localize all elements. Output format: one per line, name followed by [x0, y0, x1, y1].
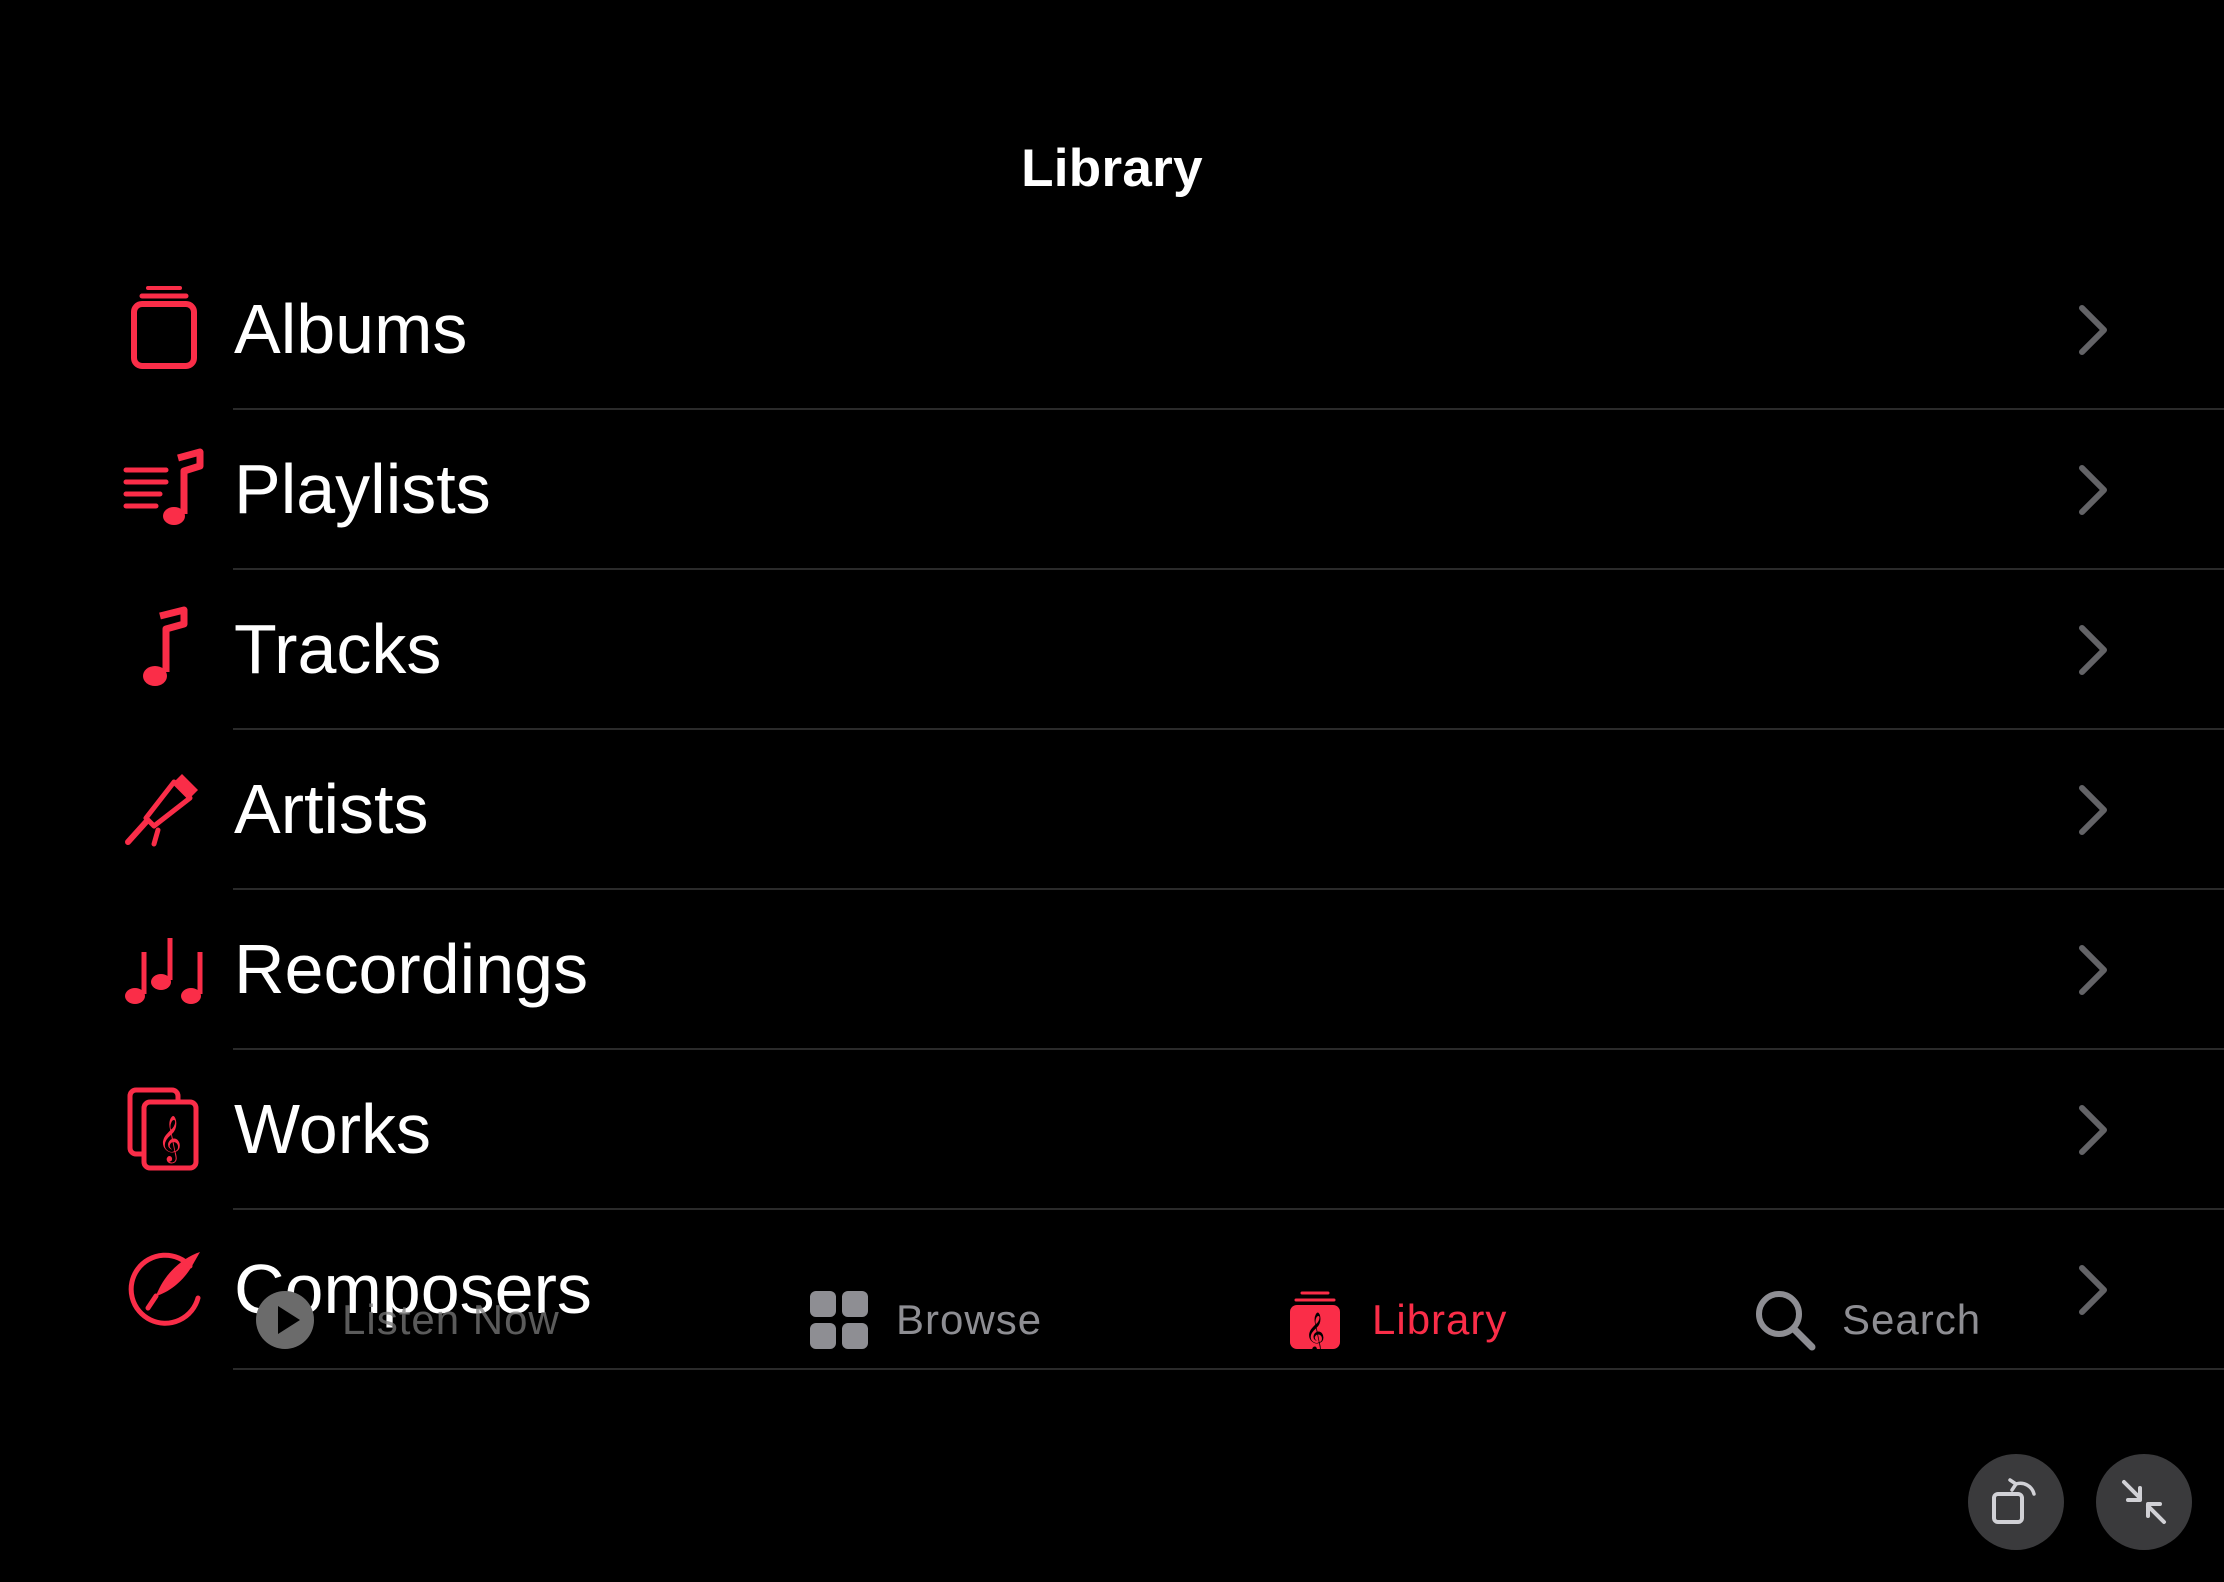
tab-label: Library	[1372, 1296, 1508, 1343]
recordings-icon	[120, 924, 210, 1014]
grid-icon	[808, 1289, 870, 1351]
chevron-right-icon	[2072, 620, 2112, 680]
chevron-right-icon	[2072, 940, 2112, 1000]
albums-icon	[120, 284, 210, 374]
tab-listen-now[interactable]: Listen Now	[254, 1280, 560, 1360]
library-item-label: Works	[234, 1090, 432, 1168]
tab-label: Search	[1842, 1296, 1982, 1343]
library-item-recordings[interactable]: Recordings	[0, 890, 2224, 1050]
tab-bar: Listen Now Browse 𝄞 Library Search	[0, 1280, 2224, 1360]
search-icon	[1754, 1289, 1816, 1351]
library-icon: 𝄞	[1284, 1289, 1346, 1351]
rotate-button[interactable]	[1968, 1454, 2064, 1550]
minimize-button[interactable]	[2096, 1454, 2192, 1550]
tab-label: Browse	[896, 1296, 1043, 1343]
library-item-label: Tracks	[234, 610, 442, 688]
svg-text:𝄞: 𝄞	[158, 1116, 182, 1164]
library-list: Albums Playlists Tracks Artists Recordin…	[0, 250, 2224, 1370]
playlists-icon	[120, 444, 210, 534]
library-item-works[interactable]: 𝄞 Works	[0, 1050, 2224, 1210]
library-item-label: Artists	[234, 770, 429, 848]
play-circle-icon	[254, 1289, 316, 1351]
page-title: Library	[1021, 139, 1203, 198]
library-item-tracks[interactable]: Tracks	[0, 570, 2224, 730]
svg-text:𝄞: 𝄞	[1305, 1312, 1325, 1351]
music-note-icon	[120, 604, 210, 694]
chevron-right-icon	[2072, 780, 2112, 840]
library-item-label: Albums	[234, 290, 468, 368]
tab-label: Listen Now	[342, 1296, 560, 1343]
works-score-icon: 𝄞	[120, 1084, 210, 1174]
row-separator	[233, 1368, 2224, 1370]
microphone-icon	[120, 764, 210, 854]
library-item-label: Recordings	[234, 930, 589, 1008]
tab-library[interactable]: 𝄞 Library	[1284, 1280, 1507, 1360]
chevron-right-icon	[2072, 300, 2112, 360]
library-item-albums[interactable]: Albums	[0, 250, 2224, 410]
rotate-icon	[1988, 1474, 2044, 1530]
chevron-right-icon	[2072, 1100, 2112, 1160]
library-item-label: Playlists	[234, 450, 491, 528]
tab-search[interactable]: Search	[1754, 1280, 1981, 1360]
library-item-playlists[interactable]: Playlists	[0, 410, 2224, 570]
library-item-artists[interactable]: Artists	[0, 730, 2224, 890]
chevron-right-icon	[2072, 460, 2112, 520]
tab-browse[interactable]: Browse	[808, 1280, 1042, 1360]
minimize-icon	[2116, 1474, 2172, 1530]
